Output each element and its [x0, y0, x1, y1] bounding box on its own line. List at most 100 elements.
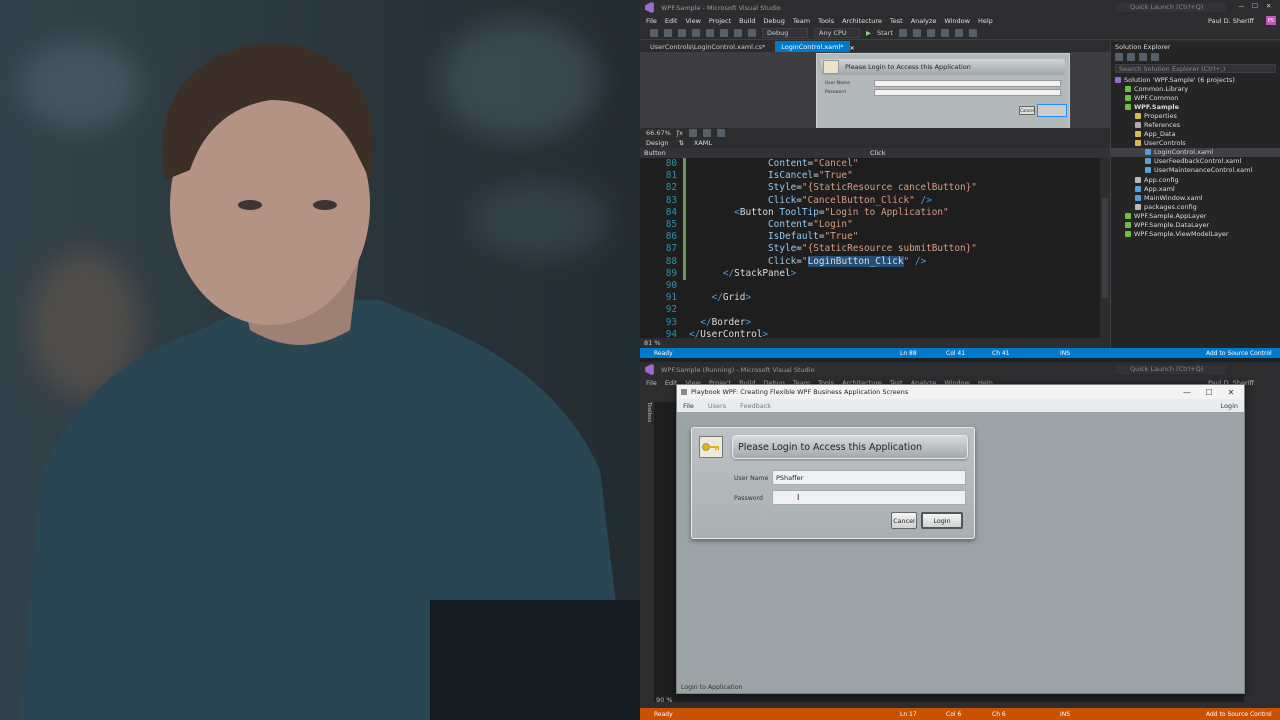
collapse-icon[interactable]	[1139, 53, 1147, 61]
add-source-control-button[interactable]: Add to Source Control	[1206, 350, 1272, 357]
menu-tools[interactable]: Tools	[818, 17, 834, 25]
tree-item[interactable]: UserFeedbackControl.xaml	[1111, 157, 1280, 166]
menu-file[interactable]: File	[646, 17, 657, 25]
tab-login-control-cs[interactable]: UserControls\LoginControl.xaml.cs*	[644, 41, 771, 52]
app-menu-feedback[interactable]: Feedback	[740, 402, 771, 410]
code-line[interactable]: 91 </Grid>	[640, 292, 751, 304]
editor-zoom[interactable]: 90 %	[656, 696, 673, 704]
designer-password-input[interactable]	[873, 89, 1061, 96]
element-dropdown[interactable]: Button	[640, 149, 870, 157]
code-line[interactable]: 86 IsDefault="True"	[640, 231, 859, 243]
tree-item[interactable]: WPF.Sample.DataLayer	[1111, 221, 1280, 230]
tree-item[interactable]: References	[1111, 120, 1280, 129]
close-icon[interactable]: ✕	[1266, 2, 1271, 10]
code-line[interactable]: 88 Click="LoginButton_Click" />	[640, 255, 926, 268]
menu-view[interactable]: View	[685, 17, 700, 25]
properties-icon[interactable]	[1151, 53, 1159, 61]
grid-icon[interactable]	[688, 128, 697, 137]
menu-window[interactable]: Window	[944, 17, 970, 25]
login-button[interactable]: Login	[921, 512, 963, 529]
code-line[interactable]: 83 Click="CancelButton_Click" />	[640, 195, 932, 207]
quick-launch-input[interactable]: Quick Launch (Ctrl+Q)	[1116, 3, 1226, 12]
menu-debug[interactable]: Debug	[764, 17, 785, 25]
toolbar-icon[interactable]	[926, 28, 935, 37]
tree-item[interactable]: UserControls	[1111, 139, 1280, 148]
code-line[interactable]: 81 IsCancel="True"	[640, 170, 853, 182]
code-line[interactable]: 82 Style="{StaticResource cancelButton}"	[640, 182, 977, 194]
configuration-select[interactable]: Debug	[762, 27, 808, 38]
undo-icon[interactable]	[734, 28, 742, 37]
close-icon[interactable]: ✕	[1220, 385, 1242, 399]
save-icon[interactable]	[706, 28, 714, 37]
platform-select[interactable]: Any CPU	[814, 27, 860, 38]
tree-item[interactable]: packages.config	[1111, 202, 1280, 211]
refresh-icon[interactable]	[716, 128, 725, 137]
menu-architecture[interactable]: Architecture	[842, 17, 882, 25]
minimize-icon[interactable]: —	[1238, 2, 1245, 10]
start-button[interactable]: Start	[877, 29, 893, 37]
tree-item[interactable]: App.xaml	[1111, 184, 1280, 193]
start-icon[interactable]: ▶	[866, 29, 871, 37]
toolbox-tab[interactable]: Toolbox	[642, 402, 652, 462]
menu-team[interactable]: Team	[793, 17, 810, 25]
code-line[interactable]: 89 </StackPanel>	[640, 268, 797, 280]
formula-icon[interactable]: ƒx	[677, 129, 683, 137]
code-line[interactable]: 84 <Button ToolTip="Login to Application…	[640, 207, 949, 219]
tree-item[interactable]: App_Data	[1111, 130, 1280, 139]
save-all-icon[interactable]	[720, 28, 728, 37]
code-line[interactable]: 87 Style="{StaticResource submitButton}"	[640, 243, 977, 255]
code-editor[interactable]: 80 Content="Cancel" 81 IsCancel="True" 82 …	[640, 158, 1100, 338]
menu-build[interactable]: Build	[739, 17, 755, 25]
menu-edit[interactable]: Edit	[665, 17, 678, 25]
user-name-input[interactable]: PShaffer	[772, 470, 966, 485]
forward-icon[interactable]	[664, 28, 672, 37]
tree-item[interactable]: Properties	[1111, 111, 1280, 120]
tree-item[interactable]: Common.Library	[1111, 84, 1280, 93]
avatar[interactable]: PS	[1266, 16, 1276, 25]
tab-design[interactable]: Design	[646, 139, 668, 147]
code-line[interactable]: 85 Content="Login"	[640, 219, 853, 231]
designer-cancel-button[interactable]: Cancel	[1019, 106, 1035, 115]
tree-item[interactable]: WPF.Common	[1111, 93, 1280, 102]
tree-item[interactable]: MainWindow.xaml	[1111, 193, 1280, 202]
password-input[interactable]	[772, 490, 966, 505]
tree-item[interactable]: App.config	[1111, 175, 1280, 184]
editor-zoom[interactable]: 81 %	[644, 339, 661, 347]
menu-file[interactable]: File	[646, 379, 657, 387]
maximize-icon[interactable]: ☐	[1252, 2, 1258, 10]
tab-login-control-xaml[interactable]: LoginControl.xaml*	[775, 41, 850, 52]
code-line[interactable]: 90	[640, 280, 689, 292]
app-menu-file[interactable]: File	[683, 402, 694, 410]
tab-xaml[interactable]: XAML	[694, 139, 712, 147]
code-line[interactable]: 80 Content="Cancel"	[640, 158, 859, 170]
designer-zoom[interactable]: 66.67%	[646, 129, 671, 137]
code-line[interactable]: 94 </UserControl>	[640, 329, 768, 338]
app-menu-users[interactable]: Users	[708, 402, 726, 410]
scrollbar-thumb[interactable]	[1102, 198, 1108, 298]
maximize-icon[interactable]: ☐	[1198, 385, 1220, 399]
redo-icon[interactable]	[748, 28, 756, 37]
solution-search-input[interactable]: Search Solution Explorer (Ctrl+;)	[1115, 64, 1276, 73]
code-line[interactable]: 93 </Border>	[640, 317, 751, 329]
user-name[interactable]: Paul D. Sheriff	[1208, 17, 1254, 25]
tree-item[interactable]: LoginControl.xaml	[1111, 147, 1280, 157]
designer-login-button-selected[interactable]	[1037, 104, 1067, 117]
tree-item[interactable]: Solution 'WPF.Sample' (6 projects)	[1111, 75, 1280, 84]
minimize-icon[interactable]: —	[1176, 385, 1198, 399]
back-icon[interactable]	[650, 28, 658, 37]
open-icon[interactable]	[692, 28, 700, 37]
tree-item[interactable]: WPF.Sample	[1111, 102, 1280, 111]
tree-item[interactable]: WPF.Sample.AppLayer	[1111, 211, 1280, 220]
designer-user-input[interactable]	[873, 80, 1061, 87]
tree-item[interactable]: WPF.Sample.ViewModelLayer	[1111, 230, 1280, 239]
menu-analyze[interactable]: Analyze	[911, 17, 937, 25]
tree-item[interactable]: UserMaintenanceControl.xaml	[1111, 166, 1280, 175]
menu-test[interactable]: Test	[890, 17, 903, 25]
menu-help[interactable]: Help	[978, 17, 993, 25]
menu-project[interactable]: Project	[709, 17, 731, 25]
event-dropdown[interactable]: Click	[870, 149, 886, 157]
home-icon[interactable]	[1115, 53, 1123, 61]
editor-scrollbar[interactable]	[1100, 158, 1110, 338]
toolbar-icon[interactable]	[954, 28, 963, 37]
toolbar-icon[interactable]	[912, 28, 921, 37]
